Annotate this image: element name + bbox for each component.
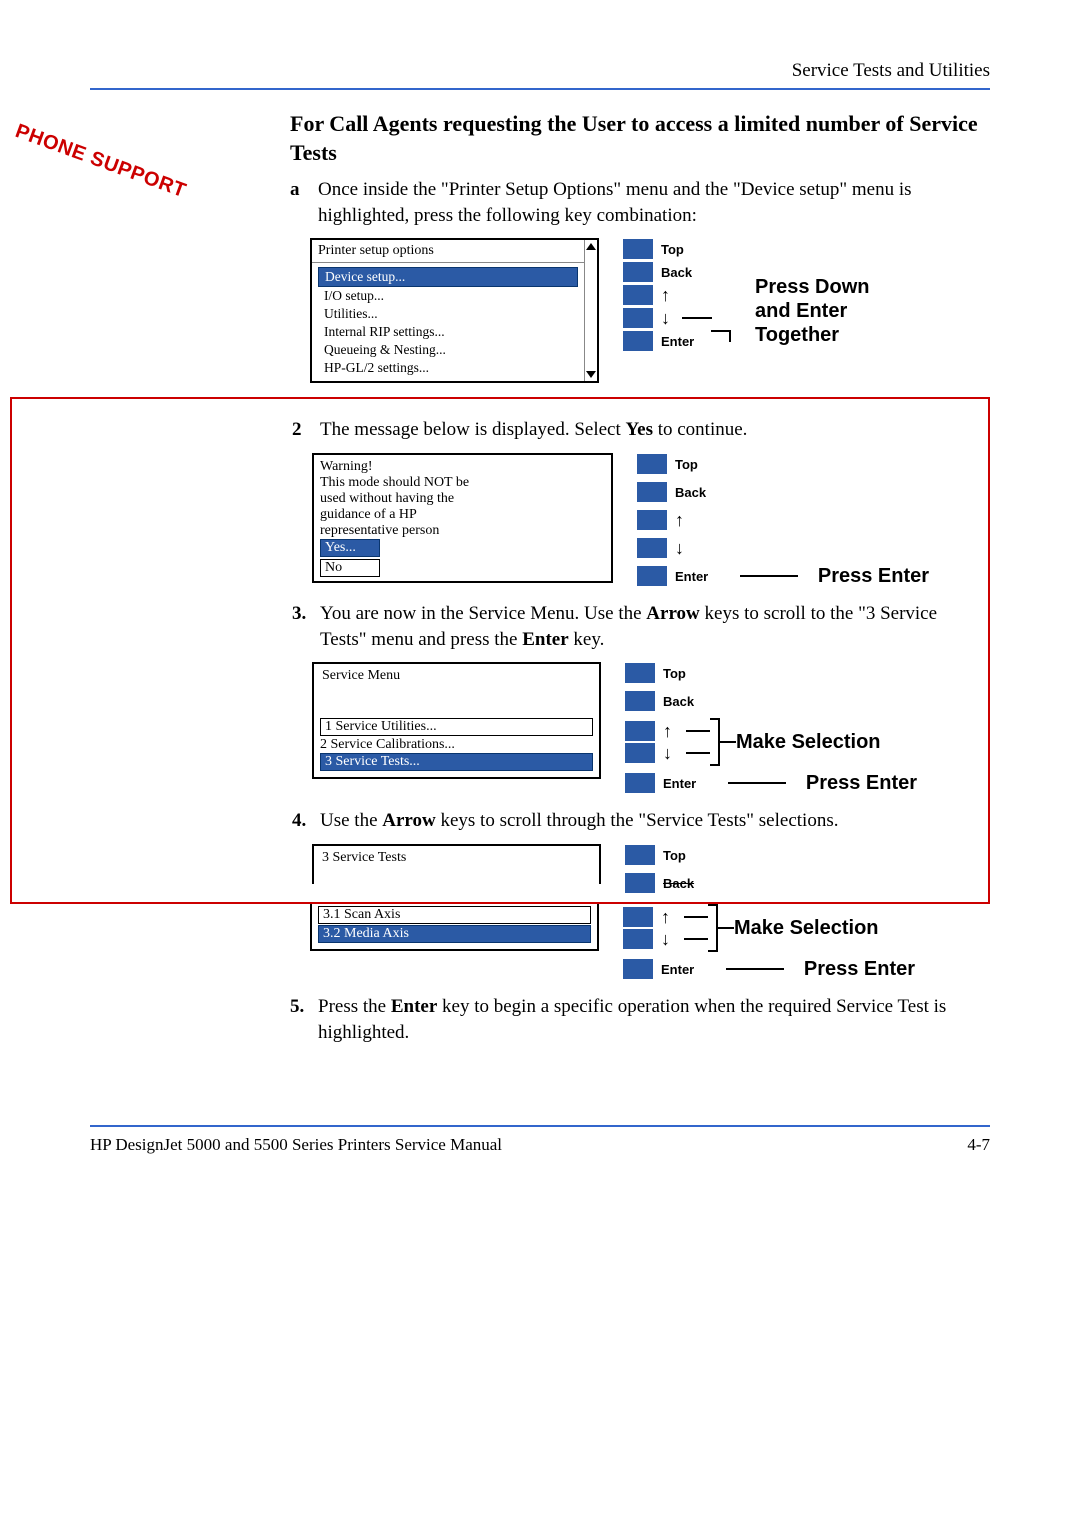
key-enter-3	[625, 773, 655, 793]
diagram-4-top: 3 Service Tests Top Back	[312, 844, 978, 894]
press-enter-3: Press Enter	[806, 771, 917, 795]
label-back: Back	[661, 265, 703, 280]
lcd3-item-0: 1 Service Utilities...	[320, 718, 593, 736]
step-5: 5. Press the Enter key to begin a specif…	[290, 994, 990, 1045]
lcd1-item-2: Utilities...	[318, 305, 578, 323]
button-column-4-top: Top Back	[625, 844, 705, 894]
key-down-3	[625, 743, 655, 763]
step-a-marker: a	[290, 177, 318, 228]
scroll-up-icon	[586, 243, 596, 250]
lcd1-item-5: HP-GL/2 settings...	[318, 359, 578, 377]
key-top-4	[625, 845, 655, 865]
make-selection-3: Make Selection	[736, 730, 881, 754]
section-heading: For Call Agents requesting the User to a…	[290, 110, 990, 167]
label-down: ↓	[661, 309, 670, 327]
key-top-3	[625, 663, 655, 683]
button-column-a: Top Back ↑ ↓ Enter	[623, 238, 731, 352]
button-column-3: Top Back ↑ ↓ Make Selection Enter Press …	[625, 662, 917, 794]
key-enter-2	[637, 566, 667, 586]
key-down-2	[637, 538, 667, 558]
warn-l3: used without having the	[320, 491, 605, 507]
page-header: Service Tests and Utilities	[90, 60, 990, 82]
lcd-service-tests-bottom: 3.1 Scan Axis 3.2 Media Axis	[310, 904, 599, 951]
key-top	[623, 239, 653, 259]
lcd4-title: 3 Service Tests	[314, 846, 599, 870]
step-3: 3. You are now in the Service Menu. Use …	[292, 601, 978, 652]
key-back-3	[625, 691, 655, 711]
lcd3-item-1: 2 Service Calibrations...	[320, 737, 593, 753]
step-a-text: Once inside the "Printer Setup Options" …	[318, 177, 990, 228]
lcd3-item-2: 3 Service Tests...	[320, 753, 593, 771]
lcd4-item-0: 3.1 Scan Axis	[318, 906, 591, 924]
key-top-2	[637, 454, 667, 474]
page-footer: HP DesignJet 5000 and 5500 Series Printe…	[90, 1135, 990, 1155]
key-back-2	[637, 482, 667, 502]
step-a: a Once inside the "Printer Setup Options…	[290, 177, 990, 228]
step-5-text: Press the Enter key to begin a specific …	[318, 994, 990, 1045]
divider-bottom	[90, 1125, 990, 1127]
step-3-marker: 3.	[292, 601, 320, 652]
step-4: 4. Use the Arrow keys to scroll through …	[292, 808, 978, 834]
warn-yes: Yes...	[320, 539, 380, 557]
lcd1-item-3: Internal RIP settings...	[318, 323, 578, 341]
warn-l2: This mode should NOT be	[320, 475, 605, 491]
label-up: ↑	[661, 286, 670, 304]
lcd1-item-4: Queueing & Nesting...	[318, 341, 578, 359]
lcd-service-menu: Service Menu 1 Service Utilities... 2 Se…	[312, 662, 601, 779]
key-enter	[623, 331, 653, 351]
lcd1-item-1: I/O setup...	[318, 287, 578, 305]
key-up-4	[623, 907, 653, 927]
key-down-4	[623, 929, 653, 949]
step-4-text: Use the Arrow keys to scroll through the…	[320, 808, 978, 834]
press-enter-2: Press Enter	[818, 564, 929, 588]
button-column-4-bottom: ↑ ↓ Make Selection Enter Press Enter	[623, 904, 915, 980]
diagram-4-bottom: 3.1 Scan Axis 3.2 Media Axis ↑ ↓ Make Se…	[310, 904, 990, 980]
watermark: PHONE SUPPORT	[12, 120, 189, 203]
step-2-text: The message below is displayed. Select Y…	[320, 417, 978, 443]
step-2-marker: 2	[292, 417, 320, 443]
warn-l4: guidance of a HP	[320, 507, 605, 523]
key-up-3	[625, 721, 655, 741]
action-a: Press Down and Enter Together	[755, 275, 905, 347]
lcd-service-tests-top: 3 Service Tests	[312, 844, 601, 884]
diagram-a: Printer setup options Device setup... I/…	[310, 238, 990, 383]
warn-l5: representative person	[320, 523, 605, 539]
diagram-2: Warning! This mode should NOT be used wi…	[312, 453, 978, 587]
lcd-printer-setup: Printer setup options Device setup... I/…	[310, 238, 599, 383]
step-2: 2 The message below is displayed. Select…	[292, 417, 978, 443]
key-up-2	[637, 510, 667, 530]
highlighted-region: 2 The message below is displayed. Select…	[10, 397, 990, 904]
step-5-marker: 5.	[290, 994, 318, 1045]
button-column-2: Top Back ↑ ↓ Enter Press Enter	[637, 453, 929, 587]
label-top: Top	[661, 242, 703, 257]
footer-right: 4-7	[967, 1135, 990, 1155]
key-enter-4	[623, 959, 653, 979]
warn-l1: Warning!	[320, 459, 605, 475]
press-enter-4: Press Enter	[804, 957, 915, 981]
divider-top	[90, 88, 990, 90]
step-3-text: You are now in the Service Menu. Use the…	[320, 601, 978, 652]
lcd-warning: Warning! This mode should NOT be used wi…	[312, 453, 613, 583]
footer-left: HP DesignJet 5000 and 5500 Series Printe…	[90, 1135, 502, 1155]
lcd4-item-1: 3.2 Media Axis	[318, 925, 591, 943]
make-selection-4: Make Selection	[734, 916, 879, 940]
key-back-4	[625, 873, 655, 893]
scroll-down-icon	[586, 371, 596, 378]
key-down	[623, 308, 653, 328]
lcd3-title: Service Menu	[314, 664, 599, 688]
step-4-marker: 4.	[292, 808, 320, 834]
key-up	[623, 285, 653, 305]
lcd1-title: Printer setup options	[318, 243, 434, 259]
diagram-3: Service Menu 1 Service Utilities... 2 Se…	[312, 662, 978, 794]
warn-no: No	[320, 559, 380, 577]
key-back	[623, 262, 653, 282]
lcd1-item-0: Device setup...	[318, 267, 578, 287]
label-enter: Enter	[661, 334, 703, 349]
